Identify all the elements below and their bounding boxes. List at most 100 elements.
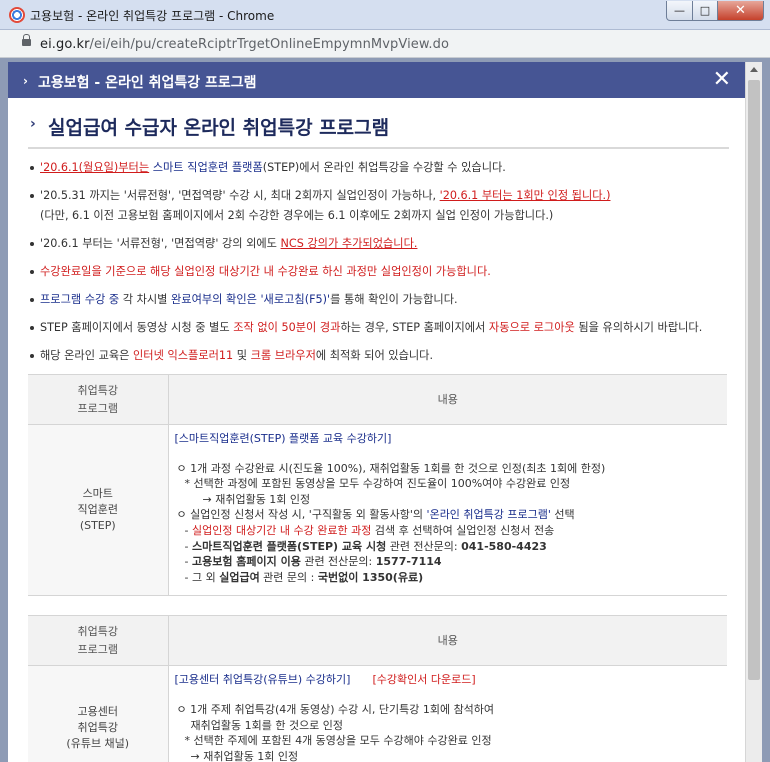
- notice-highlight: 인터넷 익스플로러11: [133, 349, 234, 362]
- notice-item: 해당 온라인 교육은 인터넷 익스플로러11 및 크롬 브라우저에 최적화 되어…: [28, 346, 729, 366]
- text: 관련 문의 :: [259, 570, 318, 584]
- notice-item: '20.5.31 까지는 '서류전형', '면접역량' 수강 시, 최대 2회까…: [28, 186, 729, 226]
- phone-number: 1577-7114: [375, 555, 442, 569]
- content-line: 재취업활동 1회를 한 것으로 인정: [190, 718, 344, 732]
- window-close-button[interactable]: ✕: [718, 1, 764, 21]
- phone-number: 041-580-4423: [461, 539, 547, 553]
- text: -: [184, 555, 192, 569]
- lock-icon: [22, 34, 31, 46]
- notice-text: '20.6.1 부터는 '서류전형', '면접역량' 강의 외에도: [40, 237, 281, 250]
- header-program: 취업특강 프로그램: [28, 374, 169, 425]
- window-controls: — □ ✕: [666, 1, 764, 21]
- modal-header: › 고용보험 - 온라인 취업특강 프로그램 ✕: [8, 62, 745, 98]
- header-content: 내용: [168, 615, 727, 667]
- program-name: 고용센터 취업특강 (유튜브 채널): [66, 705, 130, 751]
- notice-item: 프로그램 수강 중 각 차시별 완료여부의 확인은 '새로고침(F5)'를 통해…: [28, 290, 729, 310]
- header-program-text: 취업특강 프로그램: [77, 383, 118, 415]
- program-table: 취업특강 프로그램 내용 스마트 직업훈련 (STEP) [스마트직업훈련(ST…: [28, 374, 727, 762]
- notice-highlight: '20.6.1 부터는 1회만 인정 됩니다.): [439, 189, 611, 202]
- notice-text: 를 통해 확인이 가능합니다.: [330, 293, 458, 306]
- window-titlebar: 고용보험 - 온라인 취업특강 프로그램 - Chrome — □ ✕: [0, 0, 770, 30]
- text: ㅇ 실업인정 신청서 작성 시, '구직활동 외 활동사항'의: [176, 508, 427, 522]
- notice-platform: 스마트 직업훈련 플랫폼: [149, 161, 263, 174]
- url-text[interactable]: ei.go.kr/ei/eih/pu/createRciptrTrgetOnli…: [40, 37, 449, 52]
- content-line: ㅇ 1개 주제 취업특강(4개 동영상) 수강 시, 단기특강 1회에 참석하여: [176, 702, 495, 716]
- text: - 그 외: [184, 570, 220, 584]
- certificate-download-link[interactable]: [수강확인서 다운로드]: [372, 673, 475, 686]
- notice-highlight: 자동으로 로그아웃: [488, 321, 575, 334]
- notice-text: 해당 온라인 교육은: [40, 349, 134, 362]
- text: 검색 후 선택하여 실업인정 신청서 전송: [371, 523, 555, 537]
- program-content-cell: [고용센터 취업특강(유튜브) 수강하기] [수강확인서 다운로드] ㅇ 1개 주…: [168, 665, 727, 762]
- address-bar[interactable]: ei.go.kr/ei/eih/pu/createRciptrTrgetOnli…: [0, 30, 770, 58]
- vertical-scrollbar[interactable]: [745, 62, 762, 762]
- table-spacer: [28, 595, 727, 616]
- page-backdrop: › 고용보험 - 온라인 취업특강 프로그램 ✕ › 실업급여 수급자 온라인 …: [0, 58, 770, 762]
- minimize-button[interactable]: —: [666, 1, 693, 21]
- notice-highlight: 크롬 브라우저: [250, 349, 316, 362]
- program-name-cell: 스마트 직업훈련 (STEP): [28, 423, 169, 597]
- content-line: → 재취업활동 1회 인정: [202, 492, 311, 506]
- notice-item: STEP 홈페이지에서 동영상 시청 중 별도 조작 없이 50분이 경과하는 …: [28, 318, 729, 338]
- notice-text: (다만, 6.1 이전 고용보험 홈페이지에서 2회 수강한 경우에는 6.1 …: [40, 209, 554, 222]
- chevron-right-icon: ›: [30, 116, 36, 132]
- content-line: * 선택한 주제에 포함된 4개 동영상을 모두 수강해야 수강완료 인정: [184, 734, 492, 748]
- notice-text: 수강완료일을 기준으로 해당 실업인정 대상기간 내 수강완료 하신 과정만 실…: [40, 265, 491, 278]
- notice-list: '20.6.1(월요일)부터는 스마트 직업훈련 플랫폼(STEP)에서 온라인…: [28, 158, 729, 366]
- notice-highlight: NCS 강의가 추가되었습니다.: [280, 237, 418, 250]
- phone-number: 국번없이 1350(유료): [317, 570, 424, 584]
- notice-text: 에 최적화 되어 있습니다.: [315, 349, 434, 362]
- modal-content: › 실업급여 수급자 온라인 취업특강 프로그램 '20.6.1(월요일)부터는…: [8, 98, 745, 762]
- notice-text: 하는 경우, STEP 홈페이지에서: [340, 321, 489, 334]
- table-row: 고용센터 취업특강 (유튜브 채널) [고용센터 취업특강(유튜브) 수강하기]…: [28, 665, 727, 762]
- content-line: - 스마트직업훈련 플랫폼(STEP) 교육 시청 관련 전산문의: 041-5…: [175, 539, 722, 555]
- scrollbar-thumb[interactable]: [748, 80, 760, 680]
- program-name: 스마트 직업훈련 (STEP): [77, 487, 118, 533]
- content-line: - 고용보험 홈페이지 이용 관련 전산문의: 1577-7114: [175, 554, 722, 570]
- text: -: [184, 539, 192, 553]
- header-content: 내용: [168, 374, 727, 425]
- modal-title: 고용보험 - 온라인 취업특강 프로그램: [38, 75, 257, 91]
- divider: [28, 147, 729, 149]
- content-line: → 재취업활동 1회 인정: [190, 749, 299, 762]
- maximize-button[interactable]: □: [693, 1, 718, 21]
- program-name-cell: 고용센터 취업특강 (유튜브 채널): [28, 665, 169, 762]
- section-title: › 실업급여 수급자 온라인 취업특강 프로그램: [28, 113, 729, 139]
- notice-item: '20.6.1 부터는 '서류전형', '면접역량' 강의 외에도 NCS 강의…: [28, 234, 729, 254]
- highlight: 고용보험 홈페이지 이용: [191, 555, 301, 569]
- modal-dialog: › 고용보험 - 온라인 취업특강 프로그램 ✕ › 실업급여 수급자 온라인 …: [8, 62, 745, 762]
- notice-text: STEP 홈페이지에서 동영상 시청 중 별도: [40, 321, 234, 334]
- window-title: 고용보험 - 온라인 취업특강 프로그램 - Chrome: [30, 9, 275, 23]
- notice-highlight: 프로그램 수강 중: [40, 293, 120, 306]
- text: 선택: [550, 508, 575, 522]
- scroll-up-icon[interactable]: [750, 67, 758, 72]
- modal-close-button[interactable]: ✕: [713, 68, 731, 92]
- highlight: '온라인 취업특강 프로그램': [426, 508, 551, 522]
- notice-text: 각 차시별: [119, 293, 172, 306]
- youtube-course-link[interactable]: [고용센터 취업특강(유튜브) 수강하기]: [175, 673, 351, 686]
- table-header-row: 취업특강 프로그램 내용: [28, 615, 727, 667]
- table-header-row: 취업특강 프로그램 내용: [28, 374, 727, 425]
- text: 관련 전산문의:: [300, 555, 376, 569]
- highlight: 스마트직업훈련 플랫폼(STEP) 교육 시청: [191, 539, 387, 553]
- chrome-icon: [9, 7, 25, 23]
- header-program: 취업특강 프로그램: [28, 615, 169, 667]
- notice-highlight: '새로고침(F5)': [256, 293, 331, 306]
- notice-highlight: 조작 없이 50분이 경과: [233, 321, 341, 334]
- notice-text: (STEP)에서 온라인 취업특강을 수강할 수 있습니다.: [262, 161, 506, 174]
- notice-text: '20.5.31 까지는 '서류전형', '면접역량' 수강 시, 최대 2회까…: [40, 189, 440, 202]
- notice-text: 됨을 유의하시기 바랍니다.: [574, 321, 703, 334]
- notice-highlight: 완료여부의 확인은: [171, 293, 257, 306]
- text: -: [184, 523, 192, 537]
- table-row: 스마트 직업훈련 (STEP) [스마트직업훈련(STEP) 플랫폼 교육 수강…: [28, 423, 727, 597]
- content-line: - 그 외 실업급여 관련 문의 : 국번없이 1350(유료): [175, 570, 722, 586]
- notice-date: '20.6.1(월요일)부터는: [40, 161, 150, 174]
- highlight: 실업급여: [219, 570, 260, 584]
- url-host: ei.go.kr: [40, 37, 90, 52]
- step-course-link[interactable]: [스마트직업훈련(STEP) 플랫폼 교육 수강하기]: [175, 432, 392, 445]
- content-line: - 실업인정 대상기간 내 수강 완료한 과정 검색 후 선택하여 실업인정 신…: [175, 523, 722, 539]
- content-line: ㅇ 1개 과정 수강완료 시(진도율 100%), 재취업활동 1회를 한 것으…: [176, 461, 606, 475]
- notice-text: 및: [233, 349, 251, 362]
